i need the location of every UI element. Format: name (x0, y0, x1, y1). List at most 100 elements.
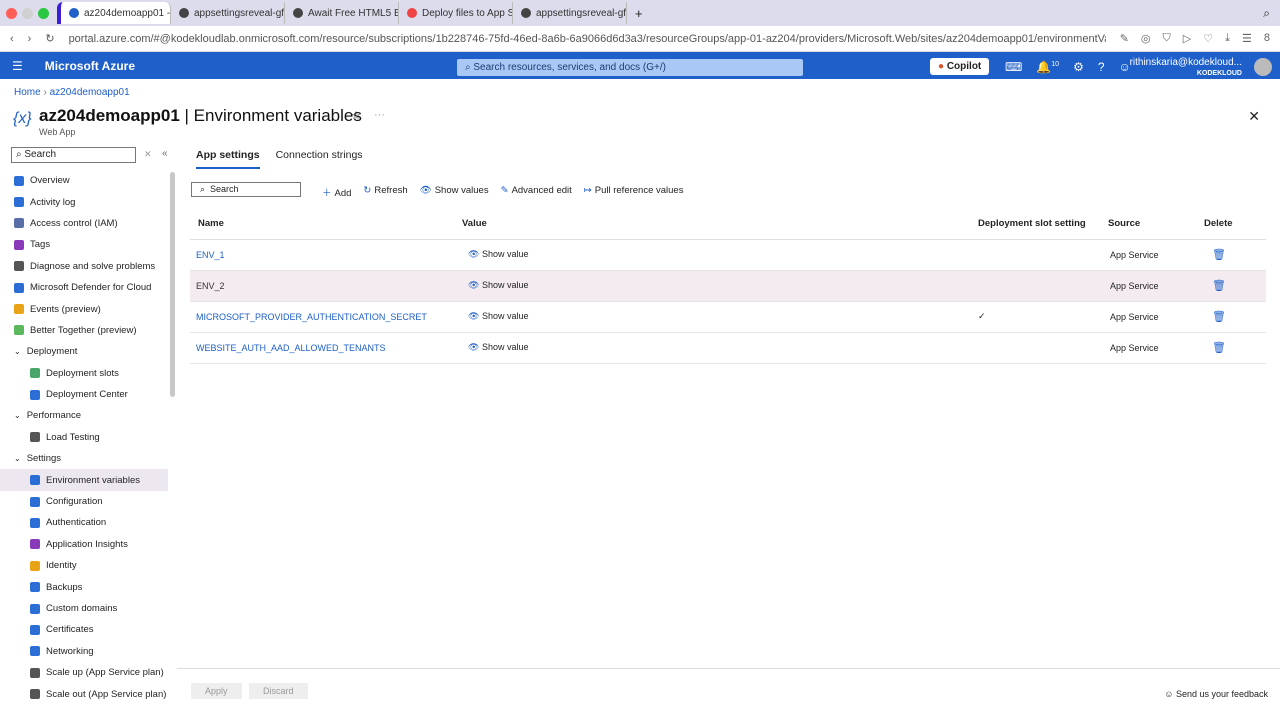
favorite-star-icon[interactable]: ☆ (351, 109, 361, 122)
menu-item-icon (14, 197, 24, 208)
setting-name-link[interactable]: MICROSOFT_PROVIDER_AUTHENTICATION_SECRET (190, 301, 454, 333)
browser-tab[interactable]: appsettingsreveal-gff4c (171, 2, 285, 24)
sidebar-item[interactable]: Networking (0, 641, 168, 662)
brand[interactable]: Microsoft Azure (45, 59, 135, 73)
minimize-window-button[interactable] (22, 7, 33, 19)
sidebar-item[interactable]: Events (preview) (0, 298, 168, 319)
sidebar-item[interactable]: Activity log (0, 191, 168, 212)
setting-name-link[interactable]: WEBSITE_AUTH_AAD_ALLOWED_TENANTS (190, 332, 454, 364)
settings-icon[interactable]: ⚙ (1073, 60, 1084, 74)
table-row[interactable]: WEBSITE_AUTH_AAD_ALLOWED_TENANTS 👁 Show … (190, 332, 1266, 364)
table-row[interactable]: ENV_2 👁 Show value App Service 🗑 (190, 270, 1266, 302)
download-icon[interactable]: ⤓ (1225, 32, 1230, 45)
trash-icon: 🗑 (1212, 249, 1226, 261)
sidebar-item[interactable]: ⌄ Deployment (0, 341, 168, 362)
profile-icon[interactable]: 8 (1264, 32, 1270, 45)
send-feedback-link[interactable]: ☺ Send us your feedback (1164, 689, 1268, 699)
sidebar-item[interactable]: Application Insights (0, 534, 168, 555)
browser-tab[interactable]: Await Free HTML5 Bootstrap (285, 2, 399, 24)
copilot-button[interactable]: ● Copilot (930, 58, 990, 75)
sidebar-item-label: Custom domains (46, 603, 118, 614)
avatar[interactable] (1254, 58, 1272, 76)
delete-button[interactable]: 🗑 (1196, 270, 1266, 302)
sidebar-item[interactable]: Environment variables (0, 469, 168, 491)
show-value-button[interactable]: 👁 Show value (454, 239, 970, 271)
new-tab-button[interactable]: + (635, 6, 643, 21)
sidebar-item[interactable]: Microsoft Defender for Cloud (0, 277, 168, 298)
help-icon[interactable]: ? (1098, 60, 1105, 74)
search-tabs-icon[interactable]: ⌕ (1263, 6, 1270, 21)
sidebar-item[interactable]: Backups (0, 576, 168, 597)
sidebar-item[interactable]: ⌄ Settings (0, 448, 168, 469)
sidebar-item[interactable]: Deployment slots (0, 363, 168, 384)
sidebar-item[interactable]: Configuration (0, 491, 168, 512)
sidebar-item[interactable]: Better Together (preview) (0, 320, 168, 341)
sidebar-item[interactable]: Load Testing (0, 427, 168, 448)
sidebar-item[interactable]: Access control (IAM) (0, 213, 168, 234)
setting-name-link[interactable]: ENV_2 (190, 270, 454, 302)
browser-tab[interactable]: az204demoapp01 - Microsoft Azure (57, 2, 171, 24)
more-icon[interactable]: ··· (374, 109, 385, 121)
show-value-button[interactable]: 👁 Show value (454, 270, 970, 302)
browser-tab[interactable]: Deploy files to App Service (399, 2, 513, 24)
sidebar-item[interactable]: Deployment Center (0, 384, 168, 405)
column-name[interactable]: Name (190, 209, 454, 240)
maximize-window-button[interactable] (38, 7, 49, 19)
back-icon[interactable]: ‹ (10, 33, 14, 45)
menu-icon[interactable]: ☰ (1242, 32, 1252, 45)
apply-button[interactable]: Apply (191, 683, 242, 699)
play-icon[interactable]: ▷ (1183, 32, 1191, 45)
show-value-button[interactable]: 👁 Show value (454, 332, 970, 364)
browser-tab[interactable]: appsettingsreveal-gff4c (513, 2, 627, 24)
sidebar-scrollbar[interactable] (170, 172, 175, 397)
show-value-button[interactable]: 👁 Show value (454, 301, 970, 333)
sidebar: Overview Activity log Access control (IAM)… (0, 170, 168, 705)
heart-icon[interactable]: ♡ (1203, 32, 1213, 45)
tab-connection-strings[interactable]: Connection strings (276, 149, 363, 169)
sidebar-item[interactable]: Overview (0, 170, 168, 191)
edit-icon[interactable]: ✎ (1120, 32, 1129, 45)
shield-icon[interactable]: ⛉ (1163, 32, 1171, 45)
breadcrumb-resource[interactable]: az204demoapp01 (50, 87, 130, 98)
account-menu[interactable]: rithinskaria@kodekloud... KODEKLOUD (1130, 57, 1242, 79)
delete-button[interactable]: 🗑 (1196, 332, 1266, 364)
sidebar-item[interactable]: Custom domains (0, 598, 168, 619)
show-values-button[interactable]: 👁 Show values (420, 185, 489, 199)
clear-search-icon[interactable]: ✕ (144, 149, 152, 160)
sidebar-item[interactable]: Identity (0, 555, 168, 576)
sidebar-item[interactable]: ⌄ Performance (0, 405, 168, 426)
hamburger-icon[interactable]: ☰ (12, 59, 23, 73)
collapse-sidebar-icon[interactable]: « (162, 148, 168, 159)
sidebar-search-input[interactable]: ⌕ Search (11, 147, 136, 163)
tab-app-settings[interactable]: App settings (196, 149, 260, 169)
table-row[interactable]: ENV_1 👁 Show value App Service 🗑 (190, 239, 1266, 271)
sidebar-item[interactable]: Tags (0, 234, 168, 255)
reload-icon[interactable]: ↻ (45, 32, 54, 45)
pull-reference-values-button[interactable]: ↦ Pull reference values (584, 185, 684, 199)
sidebar-item[interactable]: Scale up (App Service plan) (0, 662, 168, 683)
sidebar-item[interactable]: Scale out (App Service plan) (0, 683, 168, 704)
url-field[interactable]: portal.azure.com/#@kodekloudlab.onmicros… (69, 33, 1106, 45)
refresh-button[interactable]: ↻ Refresh (363, 185, 407, 199)
show-values-label: Show values (434, 185, 489, 196)
global-search-input[interactable]: ⌕ Search resources, services, and docs (… (457, 59, 803, 76)
sidebar-item[interactable]: Authentication (0, 512, 168, 533)
delete-button[interactable]: 🗑 (1196, 301, 1266, 333)
forward-icon[interactable]: › (28, 33, 32, 45)
cloud-shell-icon[interactable]: ⌨ (1005, 60, 1022, 74)
camera-icon[interactable]: ◎ (1141, 32, 1151, 45)
close-window-button[interactable] (6, 7, 17, 19)
add-button[interactable]: ＋ Add (322, 185, 351, 199)
close-icon[interactable]: ✕ (1248, 108, 1260, 125)
sidebar-item[interactable]: Diagnose and solve problems (0, 256, 168, 277)
delete-button[interactable]: 🗑 (1196, 239, 1266, 271)
sidebar-item-label: Environment variables (46, 474, 140, 486)
breadcrumb-home[interactable]: Home (14, 87, 41, 98)
sidebar-item[interactable]: Certificates (0, 619, 168, 640)
setting-name-link[interactable]: ENV_1 (190, 239, 454, 271)
settings-search-input[interactable]: ⌕ Search (191, 182, 301, 197)
table-row[interactable]: MICROSOFT_PROVIDER_AUTHENTICATION_SECRET… (190, 301, 1266, 333)
discard-button[interactable]: Discard (249, 683, 308, 699)
advanced-edit-button[interactable]: ✎ Advanced edit (501, 185, 572, 199)
notifications-icon[interactable]: 🔔10 (1036, 60, 1059, 74)
